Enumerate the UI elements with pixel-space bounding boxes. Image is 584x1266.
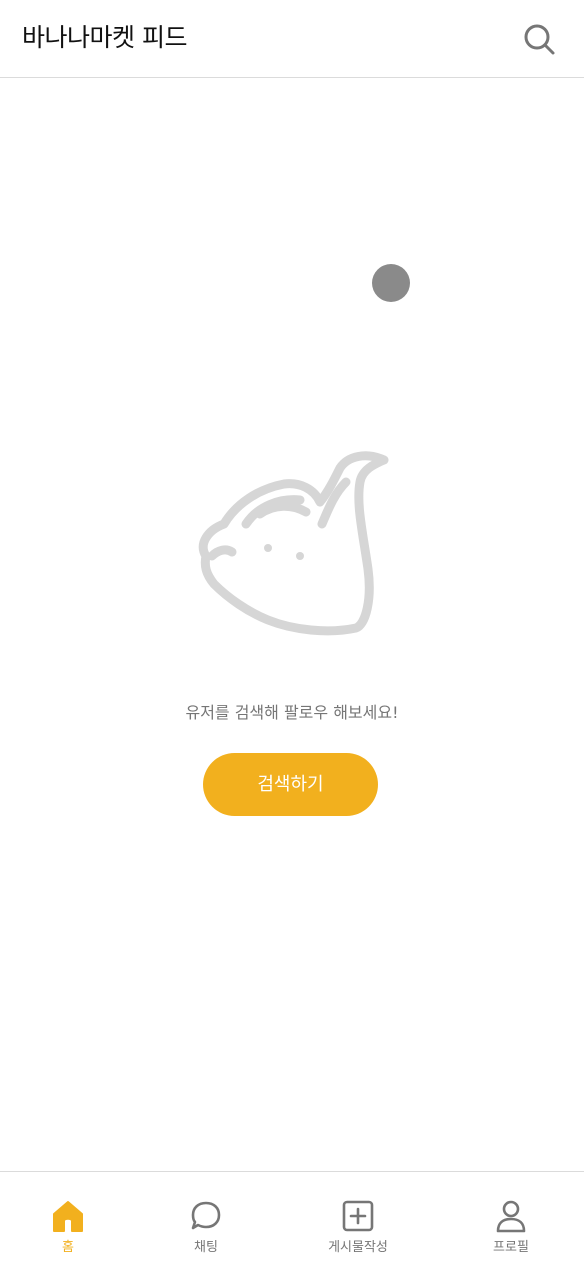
search-button[interactable] <box>520 20 558 58</box>
tab-profile-label: 프로필 <box>493 1240 529 1255</box>
tab-profile[interactable]: 프로필 <box>451 1172 571 1266</box>
tab-home[interactable]: 홈 <box>8 1172 128 1266</box>
app-screen: 바나나마켓 피드 유저를 검색해 팔로우 해보세요! 검색하기 홈 채팅 게시물… <box>0 0 584 1266</box>
page-title: 바나나마켓 피드 <box>22 23 187 52</box>
chat-bubble-icon <box>191 1201 221 1230</box>
plus-square-icon <box>342 1200 374 1232</box>
user-icon <box>496 1200 526 1233</box>
home-icon <box>53 1201 83 1232</box>
tab-post-label: 게시물작성 <box>328 1240 388 1255</box>
top-app-bar: 바나나마켓 피드 <box>0 0 584 78</box>
tab-post[interactable]: 게시물작성 <box>298 1172 418 1266</box>
bottom-tab-bar: 홈 채팅 게시물작성 프로필 <box>0 1171 584 1266</box>
mascot-outline-icon <box>198 451 389 636</box>
tab-home-label: 홈 <box>62 1240 74 1255</box>
search-users-button[interactable]: 검색하기 <box>203 753 378 816</box>
search-icon <box>524 24 555 55</box>
loading-indicator-dot <box>372 264 410 302</box>
empty-state-message: 유저를 검색해 팔로우 해보세요! <box>185 703 399 722</box>
tab-chat-label: 채팅 <box>194 1240 218 1255</box>
tab-chat[interactable]: 채팅 <box>146 1172 266 1266</box>
